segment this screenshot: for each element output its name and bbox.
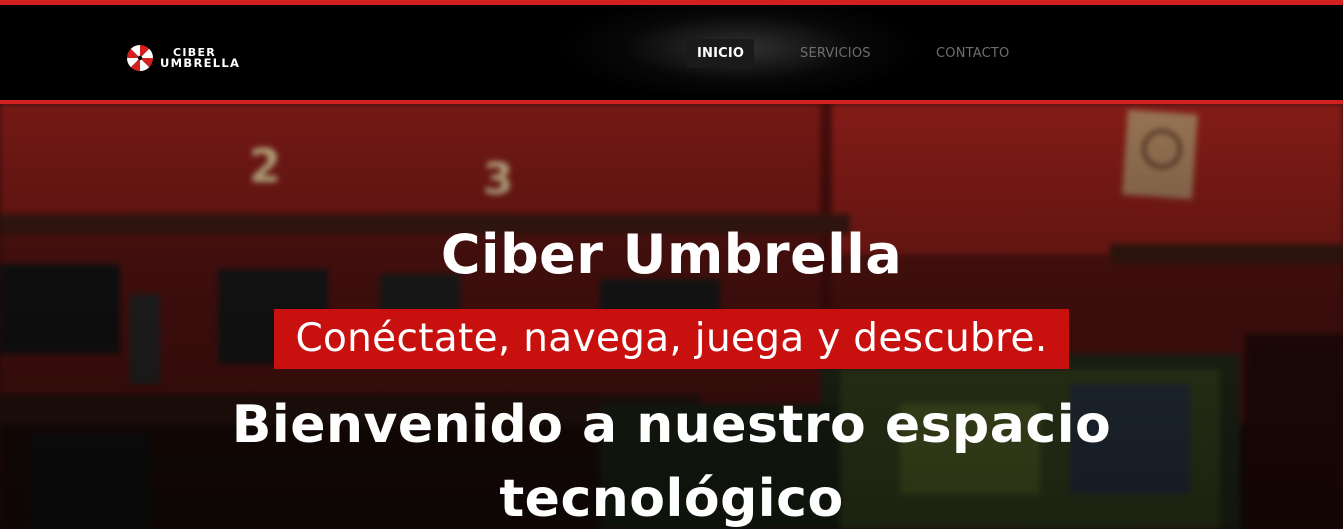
welcome-line2: tecnológico <box>499 469 844 529</box>
hero-section: 2 3 Ciber Umbrella Conéctate, navega, ju… <box>0 104 1343 529</box>
top-navbar: CIBER UMBRELLA INICIO SERVICIOS CONTACTO <box>0 0 1343 104</box>
nav-inicio[interactable]: INICIO <box>687 39 755 68</box>
welcome-line1: Bienvenido a nuestro espacio <box>231 395 1112 455</box>
logo-line2: UMBRELLA <box>160 56 241 70</box>
brand-logo[interactable]: CIBER UMBRELLA <box>124 42 269 74</box>
tagline-wrapper: Conéctate, navega, juega y descubre. <box>0 309 1343 369</box>
nav-contacto[interactable]: CONTACTO <box>936 39 1009 68</box>
welcome-heading: Bienvenido a nuestro espacio tecnológico <box>0 388 1343 529</box>
hero-tagline: Conéctate, navega, juega y descubre. <box>274 309 1069 369</box>
nav-servicios[interactable]: SERVICIOS <box>800 39 871 68</box>
hero-title: Ciber Umbrella <box>440 223 903 286</box>
logo-text: CIBER UMBRELLA <box>160 47 240 69</box>
umbrella-logo-icon <box>126 44 154 72</box>
